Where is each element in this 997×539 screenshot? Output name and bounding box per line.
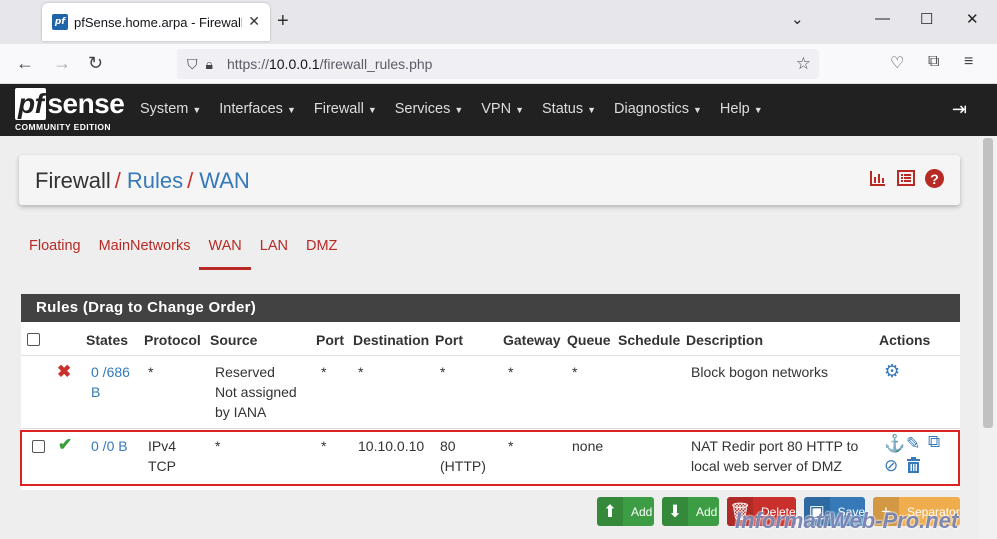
logo-pf-text: pf — [15, 88, 47, 120]
breadcrumb: Firewall / Rules / WAN ? — [19, 155, 960, 205]
reload-icon[interactable]: ↻ — [88, 53, 103, 74]
col-states[interactable]: States — [86, 332, 128, 348]
menu-firewall[interactable]: Firewall ▼ — [314, 101, 377, 117]
minimize-icon[interactable]: — — [875, 10, 890, 27]
pfsense-navbar: pf sense COMMUNITY EDITION System ▼ Interf… — [0, 84, 997, 136]
forward-icon[interactable]: → — [53, 53, 71, 74]
row1-queue: * — [572, 364, 578, 380]
breadcrumb-wan[interactable]: WAN — [199, 168, 250, 193]
logout-icon[interactable]: ⇥ — [952, 99, 967, 120]
caret-down-icon: ▼ — [587, 105, 597, 115]
new-tab-icon[interactable]: + — [277, 10, 289, 33]
tab-floating[interactable]: Floating — [20, 238, 90, 270]
row1-dest-port: * — [440, 364, 446, 380]
tab-lan[interactable]: LAN — [251, 238, 297, 270]
row1-destination: * — [358, 364, 364, 380]
header-divider — [21, 355, 960, 356]
interface-tabs: Floating MainNetworks WAN LAN DMZ — [20, 238, 346, 270]
col-port[interactable]: Port — [316, 332, 344, 348]
browser-toolbar: ← → ↻ ⛉ 🔒︎ https://10.0.0.1/firewall_rul… — [0, 44, 997, 84]
row1-protocol: * — [148, 364, 154, 380]
shield-icon[interactable]: ⛉ — [187, 56, 198, 73]
tab-dmz[interactable]: DMZ — [297, 238, 346, 270]
tab-list-icon[interactable]: ⌄ — [791, 10, 804, 28]
address-bar[interactable]: ⛉ 🔒︎ https://10.0.0.1/firewall_rules.php… — [177, 49, 819, 79]
col-actions: Actions — [879, 332, 931, 348]
back-icon[interactable]: ← — [16, 53, 34, 74]
select-all-checkbox[interactable] — [27, 333, 40, 346]
rules-panel-title: Rules (Drag to Change Order) — [21, 294, 960, 322]
tab-mainnetworks[interactable]: MainNetworks — [90, 238, 200, 270]
col-protocol[interactable]: Protocol — [144, 332, 201, 348]
menu-system[interactable]: System ▼ — [140, 101, 201, 117]
maximize-icon[interactable]: ☐ — [920, 10, 933, 28]
highlight-box — [20, 430, 960, 486]
menu-status[interactable]: Status ▼ — [542, 101, 596, 117]
menu-help[interactable]: Help ▼ — [720, 101, 763, 117]
logo-sense-text: sense — [47, 88, 125, 119]
tab-wan[interactable]: WAN — [199, 238, 251, 270]
extensions-icon[interactable]: ⧉ — [928, 53, 939, 71]
caret-down-icon: ▼ — [367, 105, 377, 115]
block-icon: ✖ — [57, 362, 72, 381]
col-schedule[interactable]: Schedule — [618, 332, 680, 348]
menu-diagnostics[interactable]: Diagnostics ▼ — [614, 101, 702, 117]
row1-port: * — [321, 364, 327, 380]
col-source[interactable]: Source — [210, 332, 257, 348]
arrow-up-icon: ⬆ — [597, 497, 623, 526]
list-icon[interactable] — [897, 169, 915, 191]
row1-source: Reserved Not assigned by IANA — [215, 364, 297, 420]
close-tab-icon[interactable]: ✕ — [248, 13, 260, 30]
col-gateway[interactable]: Gateway — [503, 332, 561, 348]
logo-edition: COMMUNITY EDITION — [15, 122, 111, 132]
browser-tabstrip: pf pfSense.home.arpa - Firewall: R ✕ + ⌄… — [0, 0, 997, 44]
lock-icon[interactable]: 🔒︎ — [206, 56, 213, 73]
watermark: InformatiWeb-Pro.net — [735, 508, 959, 533]
browser-tab[interactable]: pf pfSense.home.arpa - Firewall: R ✕ — [42, 3, 270, 41]
row-divider — [21, 428, 960, 429]
caret-down-icon: ▼ — [515, 105, 525, 115]
main-menu: System ▼ Interfaces ▼ Firewall ▼ Services ▼ … — [140, 101, 781, 117]
breadcrumb-firewall: Firewall — [35, 168, 111, 193]
chart-icon[interactable] — [869, 169, 887, 191]
pocket-icon[interactable]: ♡ — [890, 53, 904, 73]
menu-services[interactable]: Services ▼ — [395, 101, 464, 117]
caret-down-icon: ▼ — [192, 105, 202, 115]
add-top-button[interactable]: ⬆ Add — [597, 497, 654, 526]
col-description[interactable]: Description — [686, 332, 763, 348]
gear-icon[interactable]: ⚙ — [884, 361, 900, 381]
add-bottom-button[interactable]: ⬇ Add — [662, 497, 719, 526]
col-queue[interactable]: Queue — [567, 332, 611, 348]
bookmark-star-icon[interactable]: ☆ — [796, 54, 811, 74]
pfsense-logo[interactable]: pf sense COMMUNITY EDITION — [15, 88, 125, 134]
menu-interfaces[interactable]: Interfaces ▼ — [219, 101, 296, 117]
browser-tab-title: pfSense.home.arpa - Firewall: R — [74, 14, 242, 30]
scrollbar-thumb[interactable] — [983, 138, 993, 428]
caret-down-icon: ▼ — [753, 105, 763, 115]
caret-down-icon: ▼ — [693, 105, 702, 115]
caret-down-icon: ▼ — [286, 105, 296, 115]
help-icon[interactable]: ? — [925, 169, 944, 188]
menu-icon[interactable]: ≡ — [964, 53, 973, 71]
pfsense-favicon-icon: pf — [52, 14, 68, 30]
breadcrumb-rules[interactable]: Rules — [127, 168, 183, 193]
window-close-icon[interactable]: ✕ — [966, 10, 979, 28]
col-dest-port[interactable]: Port — [435, 332, 463, 348]
row1-gateway: * — [508, 364, 514, 380]
menu-vpn[interactable]: VPN ▼ — [481, 101, 524, 117]
arrow-down-icon: ⬇ — [662, 497, 688, 526]
url-text[interactable]: https://10.0.0.1/firewall_rules.php — [227, 56, 432, 72]
caret-down-icon: ▼ — [454, 105, 464, 115]
row1-states[interactable]: 0 /686 B — [91, 362, 130, 402]
row1-description: Block bogon networks — [691, 364, 828, 380]
col-destination[interactable]: Destination — [353, 332, 429, 348]
